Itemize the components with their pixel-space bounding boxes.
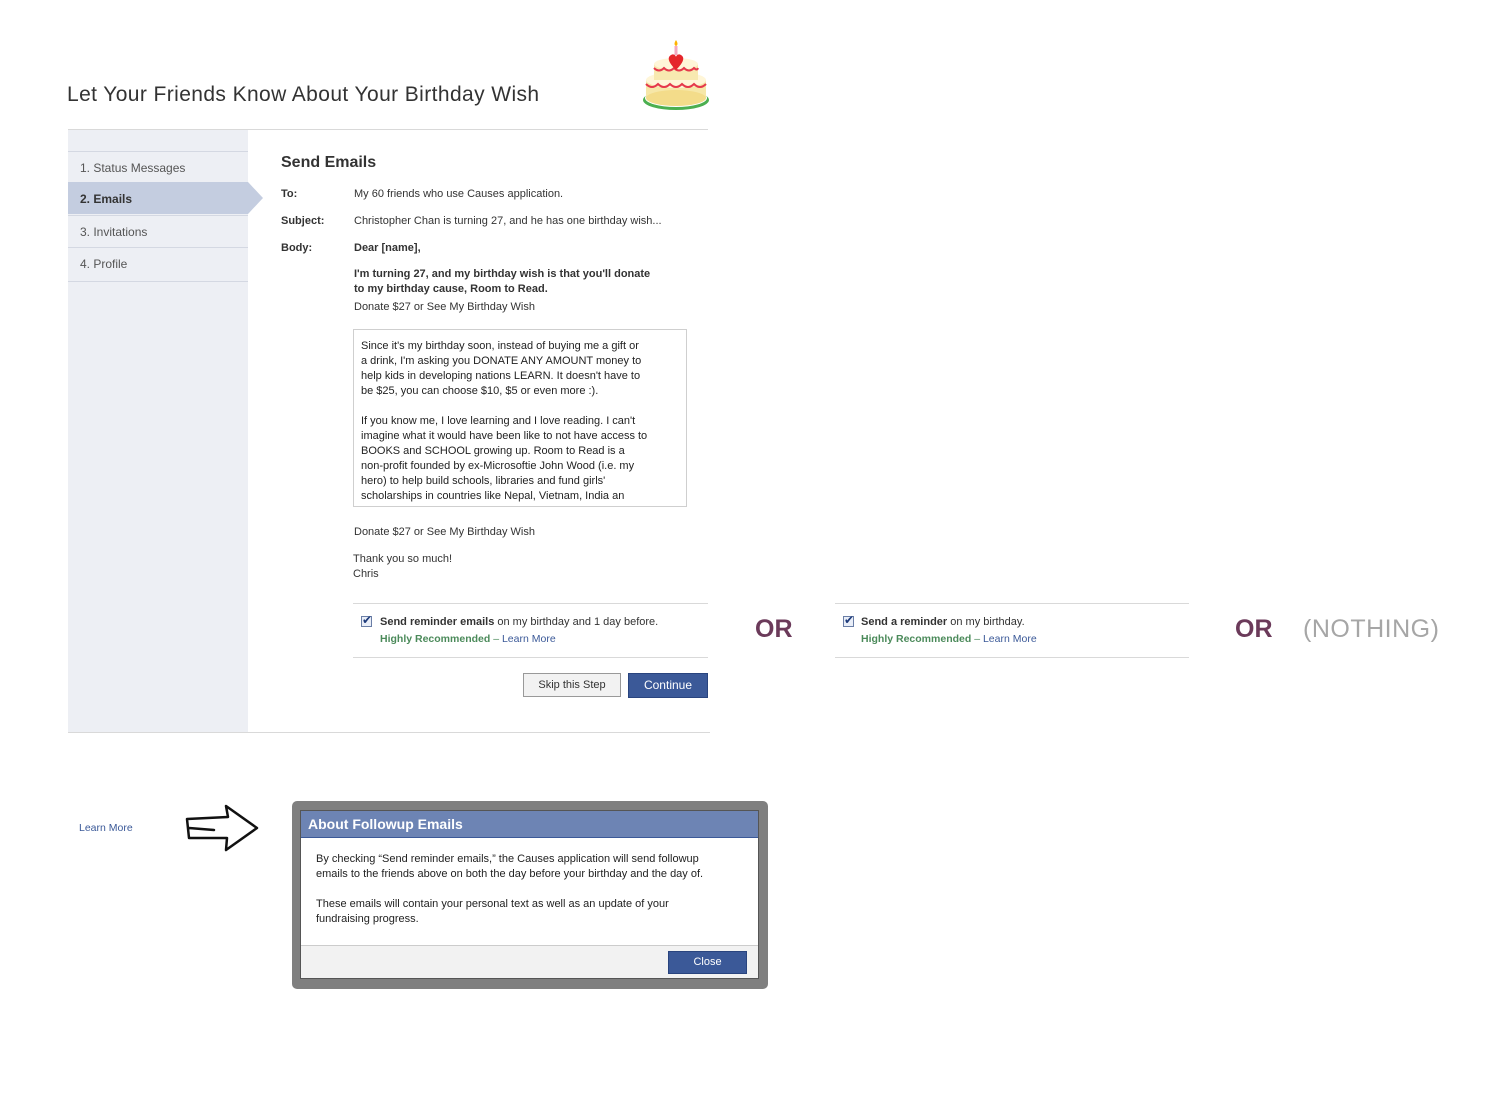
dialog-body: By checking “Send reminder emails,” the … <box>316 852 752 942</box>
reminder-option-b <box>835 603 1189 658</box>
step-status-messages[interactable]: 1. Status Messages <box>68 151 248 183</box>
active-step-pointer <box>248 182 263 214</box>
recommended-label: Highly Recommended <box>861 633 972 645</box>
page-title: Let Your Friends Know About Your Birthda… <box>67 83 540 106</box>
learn-more-link[interactable]: Learn More <box>502 633 556 645</box>
subject-value: Christopher Chan is turning 27, and he h… <box>354 215 662 227</box>
message-line: imagine what it would have been like to … <box>361 430 648 442</box>
recommended-label: Highly Recommended <box>380 633 491 645</box>
reminder-a-recommendation: Highly Recommended – Learn More <box>380 633 556 645</box>
subject-label: Subject: <box>281 215 325 227</box>
dialog-text-line: By checking “Send reminder emails,” the … <box>316 853 699 865</box>
step-label: 1. Status Messages <box>80 161 186 175</box>
message-line: a drink, I'm asking you DONATE ANY AMOUN… <box>361 355 642 367</box>
nothing-option: (NOTHING) <box>1303 615 1440 643</box>
body-label: Body: <box>281 242 313 254</box>
message-line: Since it's my birthday soon, instead of … <box>361 340 639 352</box>
step-label: 3. Invitations <box>80 225 148 239</box>
bottom-divider <box>68 732 710 733</box>
to-label: To: <box>281 188 298 200</box>
reminder-option-a <box>353 603 708 658</box>
reminder-b-recommendation: Highly Recommended – Learn More <box>861 633 1037 645</box>
right-arrow-icon <box>185 804 259 852</box>
donate-link-bottom: Donate $27 or See My Birthday Wish <box>354 526 535 538</box>
reminder-a-bold: Send reminder emails <box>380 616 495 628</box>
section-title: Send Emails <box>281 154 377 171</box>
steps-bottom-divider <box>68 281 248 282</box>
birthday-cake-icon <box>643 40 709 110</box>
reminder-a-text: Send reminder emails on my birthday and … <box>380 616 658 628</box>
reminder-b-rest: on my birthday. <box>947 616 1025 628</box>
learn-more-link[interactable]: Learn More <box>983 633 1037 645</box>
continue-button[interactable]: Continue <box>628 673 708 698</box>
step-label: 2. Emails <box>80 192 133 206</box>
reminder-b-checkbox[interactable] <box>843 613 854 627</box>
signature: Chris <box>353 568 379 580</box>
greeting: Dear [name], <box>354 242 421 254</box>
separator: – <box>971 633 983 645</box>
reminder-a-checkbox[interactable] <box>361 613 372 627</box>
message-line: help kids in developing nations LEARN. I… <box>361 370 641 382</box>
dialog-text-line: emails to the friends above on both the … <box>316 868 704 880</box>
learn-more-link[interactable]: Learn More <box>79 822 133 834</box>
dialog-text-line: fundraising progress. <box>316 913 419 925</box>
wish-line-1: I'm turning 27, and my birthday wish is … <box>354 268 651 280</box>
personal-message-textarea[interactable]: Since it's my birthday soon, instead of … <box>353 329 687 507</box>
to-value: My 60 friends who use Causes application… <box>354 188 564 200</box>
separator: – <box>490 633 502 645</box>
close-button[interactable]: Close <box>668 951 747 974</box>
skip-step-button[interactable]: Skip this Step <box>523 673 621 697</box>
message-line: BOOKS and SCHOOL growing up. Room to Rea… <box>361 445 625 457</box>
message-line: scholarships in countries like Nepal, Vi… <box>361 490 625 502</box>
or-label: OR <box>1235 615 1273 643</box>
step-profile[interactable]: 4. Profile <box>68 247 248 279</box>
reminder-a-rest: on my birthday and 1 day before. <box>494 616 659 628</box>
wish-line-2: to my birthday cause, Room to Read. <box>354 283 548 295</box>
message-line: If you know me, I love learning and I lo… <box>361 415 636 427</box>
message-line: be $25, you can choose $10, $5 or even m… <box>361 385 599 397</box>
donate-link-top: Donate $27 or See My Birthday Wish <box>354 301 535 313</box>
or-label: OR <box>755 615 793 643</box>
step-emails[interactable]: 2. Emails <box>68 182 248 214</box>
dialog-text-line: These emails will contain your personal … <box>316 898 669 910</box>
signoff: Thank you so much! <box>353 553 453 565</box>
reminder-b-bold: Send a reminder <box>861 616 948 628</box>
step-label: 4. Profile <box>80 257 128 271</box>
message-line: non-profit founded by ex-Microsoftie Joh… <box>361 460 635 472</box>
step-invitations[interactable]: 3. Invitations <box>68 215 248 247</box>
reminder-b-text: Send a reminder on my birthday. <box>861 616 1025 628</box>
dialog-title: About Followup Emails <box>308 816 463 832</box>
message-line: hero) to help build schools, libraries a… <box>361 475 606 487</box>
